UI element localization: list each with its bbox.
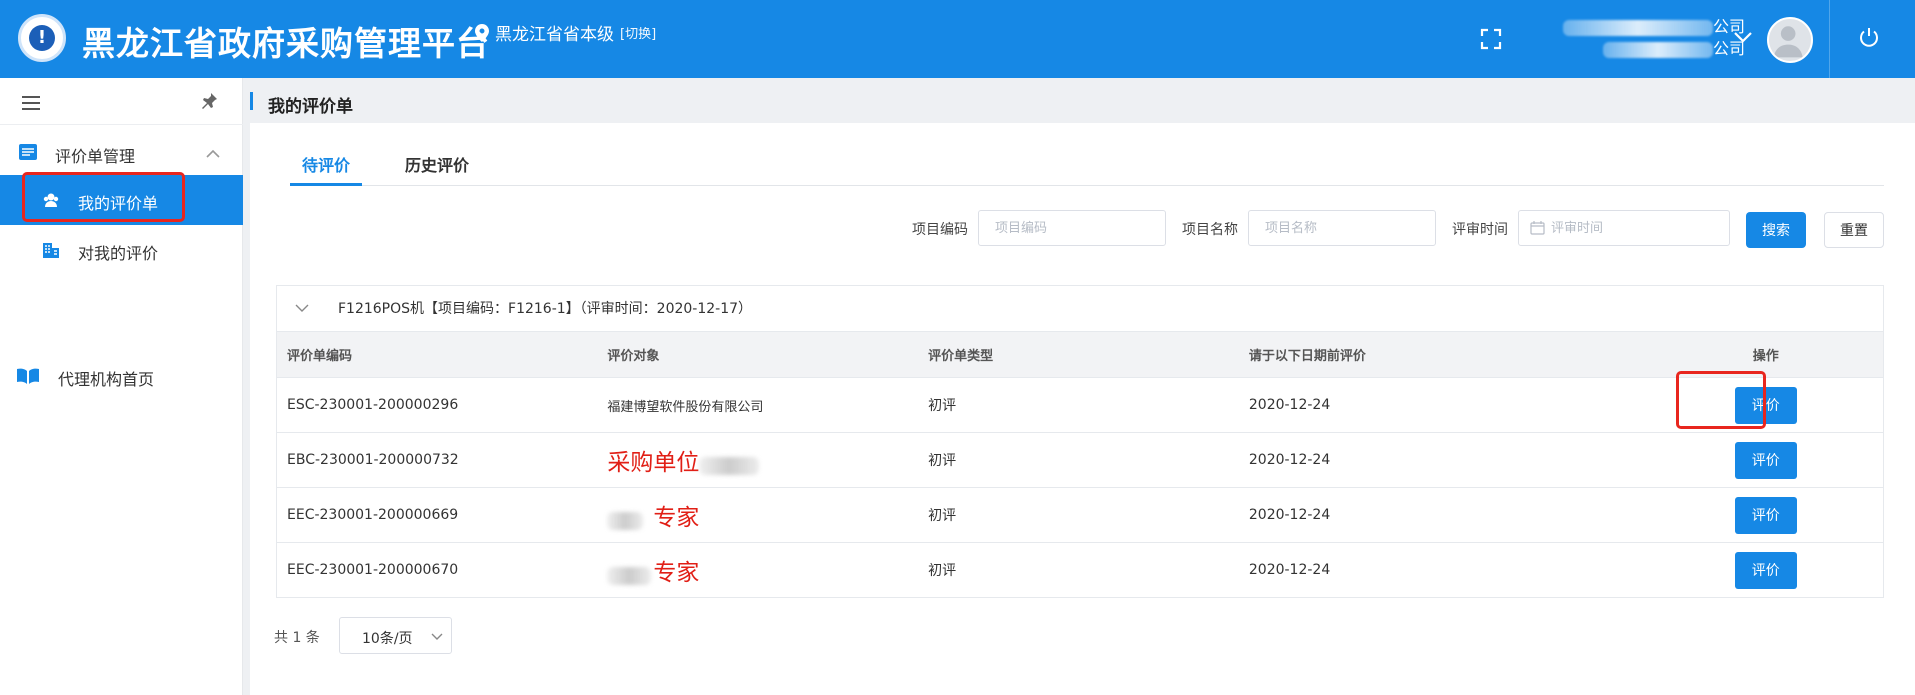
tab-pending[interactable]: 待评价 xyxy=(302,152,350,176)
region-switch-link[interactable]: [切换] xyxy=(620,23,656,42)
action-cell: 评价 xyxy=(1648,432,1884,488)
evaluation-deadline: 2020-12-24 xyxy=(1238,432,1649,488)
evaluation-type: 初评 xyxy=(918,432,1239,488)
power-icon[interactable] xyxy=(1858,26,1880,48)
chevron-up-icon xyxy=(206,149,220,158)
reset-button[interactable]: 重置 xyxy=(1824,212,1884,248)
logo: ! xyxy=(18,14,66,62)
action-cell: 评价 xyxy=(1648,377,1884,433)
evaluation-code: ESC-230001-200000296 xyxy=(276,377,598,433)
tab-history[interactable]: 历史评价 xyxy=(405,152,469,176)
header-divider xyxy=(1829,0,1830,78)
sidebar-toolbar xyxy=(0,78,243,125)
chevron-down-icon[interactable] xyxy=(1733,30,1753,44)
redaction xyxy=(699,457,760,475)
app-title: 黑龙江省政府采购管理平台 xyxy=(82,24,490,63)
project-group-header[interactable]: F1216POS机【项目编码：F1216-1】（评审时间：2020-12-17） xyxy=(276,285,1884,331)
evaluation-table: 评价单编码 评价对象 评价单类型 请于以下日期前评价 操作 ESC-230001… xyxy=(276,331,1884,598)
redaction xyxy=(607,567,652,585)
sidebar-group-evaluation[interactable]: 评价单管理 xyxy=(0,125,243,180)
company-name: 公司 公司 xyxy=(1525,16,1745,60)
table-row: ESC-230001-200000296 福建博望软件股份有限公司 初评 202… xyxy=(276,377,1884,433)
page-size-value: 10条/页 xyxy=(362,631,413,647)
project-name-input[interactable] xyxy=(1248,210,1436,246)
evaluation-deadline: 2020-12-24 xyxy=(1238,377,1649,433)
review-time-label: 评审时间 xyxy=(1452,222,1508,238)
review-time-picker[interactable] xyxy=(1518,210,1730,246)
evaluation-target: 专家 xyxy=(597,487,919,543)
table-header-row: 评价单编码 评价对象 评价单类型 请于以下日期前评价 操作 xyxy=(276,331,1884,378)
table-row: EEC-230001-200000670 专家 初评 2020-12-24 评价 xyxy=(276,542,1884,598)
table-row: EBC-230001-200000732 采购单位 初评 2020-12-24 … xyxy=(276,432,1884,488)
evaluate-button[interactable]: 评价 xyxy=(1734,441,1797,479)
sidebar-item-agency-home[interactable]: 代理机构首页 xyxy=(0,350,243,405)
page-title: 我的评价单 xyxy=(268,97,353,117)
evaluation-target: 福建博望软件股份有限公司 xyxy=(597,377,919,433)
evaluation-target: 专家 xyxy=(597,542,919,598)
evaluation-code: EEC-230001-200000669 xyxy=(276,487,598,543)
evaluation-type: 初评 xyxy=(918,487,1239,543)
project-name-label: 项目名称 xyxy=(1182,222,1238,238)
pagination-total: 共 1 条 xyxy=(274,630,320,646)
table-row: EEC-230001-200000669 专家 初评 2020-12-24 评价 xyxy=(276,487,1884,543)
annotation-text: 专家 xyxy=(653,560,700,586)
evaluation-type: 初评 xyxy=(918,542,1239,598)
action-cell: 评价 xyxy=(1648,542,1884,598)
project-code-label: 项目编码 xyxy=(912,222,968,238)
review-time-input[interactable] xyxy=(1551,211,1726,245)
fullscreen-icon[interactable] xyxy=(1480,28,1502,50)
evaluation-deadline: 2020-12-24 xyxy=(1238,542,1649,598)
region-selector[interactable]: 黑龙江省省本级 [切换] xyxy=(475,20,656,45)
region-name: 黑龙江省省本级 xyxy=(495,25,614,45)
sidebar-item-evaluations-of-me[interactable]: 对我的评价 xyxy=(0,225,243,275)
evaluate-button[interactable]: 评价 xyxy=(1734,386,1797,424)
sidebar-item-label: 代理机构首页 xyxy=(58,370,155,389)
evaluate-button[interactable]: 评价 xyxy=(1734,551,1797,589)
search-button[interactable]: 搜索 xyxy=(1746,212,1806,248)
sidebar-item-label: 对我的评价 xyxy=(78,244,159,263)
sidebar-item-my-evaluations[interactable]: 我的评价单 xyxy=(0,175,243,225)
chevron-down-icon[interactable] xyxy=(295,304,309,313)
sidebar: 评价单管理 我的评价单 对我的评价 代理机构首页 xyxy=(0,78,243,695)
column-header: 评价单编码 xyxy=(276,331,598,378)
book-icon xyxy=(17,368,39,384)
evaluation-code: EEC-230001-200000670 xyxy=(276,542,598,598)
evaluation-target: 采购单位 xyxy=(597,432,919,488)
evaluation-type: 初评 xyxy=(918,377,1239,433)
avatar[interactable] xyxy=(1767,17,1813,63)
evaluate-button[interactable]: 评价 xyxy=(1734,496,1797,534)
page-size-select[interactable]: 10条/页 xyxy=(339,617,452,654)
project-code-input[interactable] xyxy=(978,210,1166,246)
hamburger-icon[interactable] xyxy=(22,96,40,110)
building-icon xyxy=(43,243,59,258)
pushpin-icon[interactable] xyxy=(200,92,218,110)
evaluation-deadline: 2020-12-24 xyxy=(1238,487,1649,543)
calendar-icon xyxy=(1530,221,1545,235)
column-header: 请于以下日期前评价 xyxy=(1238,331,1649,378)
active-tab-indicator xyxy=(290,183,362,186)
location-pin-icon xyxy=(475,23,489,42)
breadcrumb: 我的评价单 xyxy=(250,82,1915,120)
column-header: 评价对象 xyxy=(597,331,919,378)
top-header: ! 黑龙江省政府采购管理平台 黑龙江省省本级 [切换] 公司 公司 xyxy=(0,0,1915,78)
action-cell: 评价 xyxy=(1648,487,1884,543)
sidebar-item-label: 我的评价单 xyxy=(78,194,159,213)
evaluation-code: EBC-230001-200000732 xyxy=(276,432,598,488)
users-icon xyxy=(43,193,59,207)
annotation-text: 采购单位 xyxy=(607,450,700,476)
project-group-title: F1216POS机【项目编码：F1216-1】（评审时间：2020-12-17） xyxy=(338,301,753,317)
sidebar-group-label: 评价单管理 xyxy=(55,147,136,166)
column-header: 操作 xyxy=(1648,331,1884,378)
tab-bar: 待评价 历史评价 xyxy=(290,140,1884,186)
column-header: 评价单类型 xyxy=(918,331,1239,378)
list-icon xyxy=(19,144,37,160)
annotation-text: 专家 xyxy=(653,505,700,531)
chevron-down-icon xyxy=(431,633,443,640)
redaction xyxy=(607,512,644,530)
